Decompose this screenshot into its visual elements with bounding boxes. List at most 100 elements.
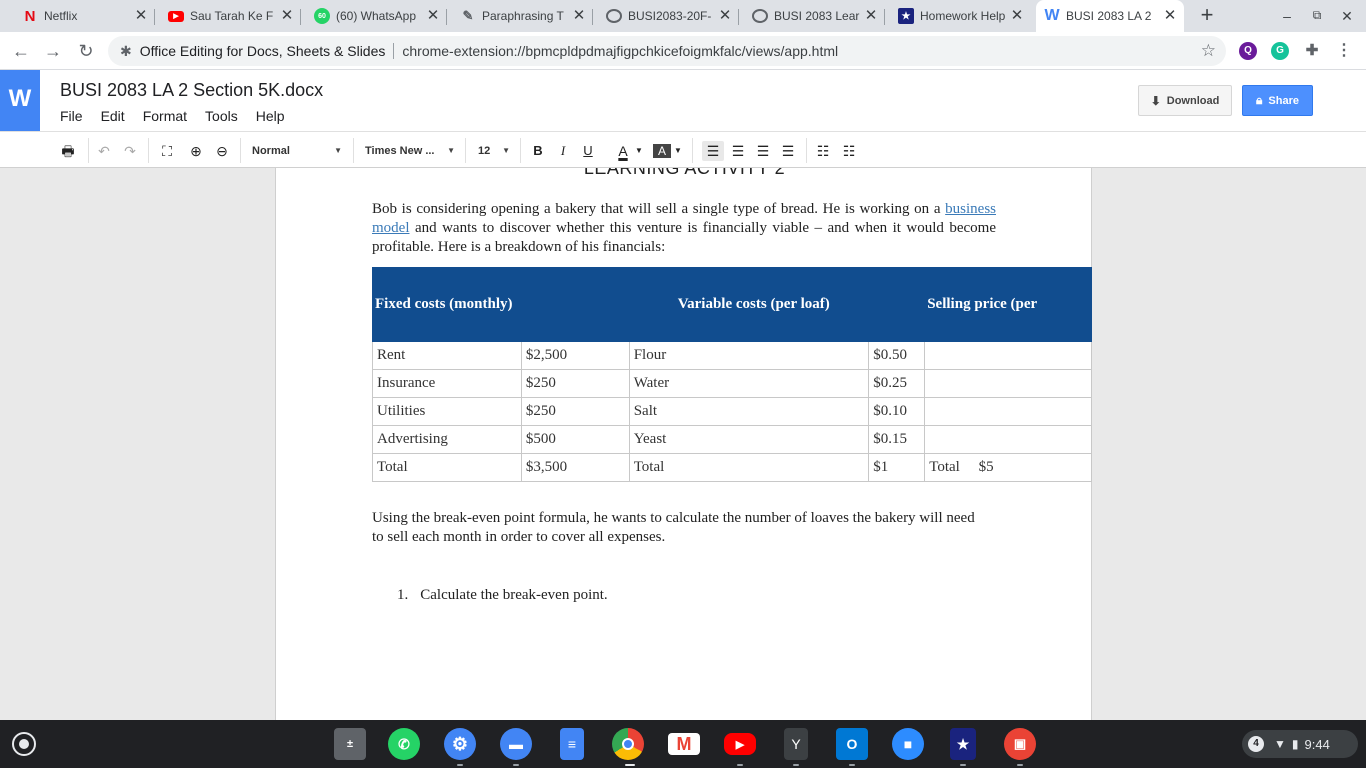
new-tab-button[interactable]: + bbox=[1196, 4, 1218, 26]
extensions-puzzle-icon[interactable]: ✚ bbox=[1303, 42, 1321, 60]
download-button[interactable]: ⬇ Download bbox=[1138, 85, 1232, 116]
table-cell bbox=[924, 397, 1092, 426]
redo-icon[interactable]: ↷ bbox=[122, 141, 138, 161]
close-icon[interactable]: ✕ bbox=[1009, 8, 1025, 24]
fit-page-icon[interactable]: ⛶ bbox=[157, 141, 177, 161]
forward-icon[interactable]: → bbox=[42, 40, 64, 62]
calculator-icon[interactable]: ± bbox=[334, 728, 366, 760]
document-page[interactable]: LEARNING ACTIVITY 2 Bob is considering o… bbox=[275, 168, 1092, 720]
undo-icon[interactable]: ↶ bbox=[96, 141, 112, 161]
launcher-icon[interactable] bbox=[12, 732, 36, 756]
table-row: Advertising $500 Yeast $0.15 bbox=[372, 425, 1092, 454]
word-logo-icon: W bbox=[0, 70, 40, 131]
italic-button[interactable]: I bbox=[555, 141, 571, 161]
table-cell: $0.15 bbox=[868, 425, 926, 454]
docs-icon[interactable]: ≡ bbox=[560, 728, 584, 760]
homework-help-icon[interactable]: ★ bbox=[950, 728, 976, 760]
star-shield-icon: ★ bbox=[898, 8, 914, 24]
table-cell: Yeast bbox=[628, 425, 870, 454]
minimize-icon[interactable]: – bbox=[1278, 8, 1296, 24]
close-icon[interactable]: ✕ bbox=[279, 8, 295, 24]
back-icon[interactable]: ← bbox=[10, 40, 32, 62]
close-icon[interactable]: ✕ bbox=[571, 8, 587, 24]
document-canvas[interactable]: LEARNING ACTIVITY 2 Bob is considering o… bbox=[0, 168, 1366, 720]
tab-whatsapp[interactable]: 60 (60) WhatsApp ✕ bbox=[306, 0, 447, 32]
formatting-toolbar: 🖶︎ ↶ ↷ ⛶ ⊕ ⊖ Normal ▼ Times New ... ▼ 12… bbox=[0, 131, 1366, 168]
settings-icon[interactable]: ⚙ bbox=[444, 728, 476, 760]
align-center-icon[interactable]: ☰ bbox=[727, 141, 749, 161]
close-icon[interactable]: ✕ bbox=[863, 8, 879, 24]
header-variable-costs: Variable costs (per loaf) bbox=[628, 267, 926, 342]
list-item: 1. Calculate the break-even point. bbox=[397, 587, 608, 604]
close-icon[interactable]: ✕ bbox=[425, 8, 441, 24]
menu-tools[interactable]: Tools bbox=[205, 108, 238, 124]
tab-busi2083-la2[interactable]: W BUSI 2083 LA 2 ✕ bbox=[1036, 0, 1184, 32]
align-justify-icon[interactable]: ☰ bbox=[777, 141, 799, 161]
globe-icon bbox=[752, 9, 768, 23]
restore-icon[interactable]: ⧉ bbox=[1308, 8, 1326, 23]
files-icon[interactable]: ▬ bbox=[500, 728, 532, 760]
print-icon[interactable]: 🖶︎ bbox=[58, 141, 78, 161]
text-color-button[interactable]: A bbox=[614, 141, 632, 161]
youtube-app-icon[interactable]: ▶ bbox=[724, 733, 756, 755]
chevron-down-icon[interactable]: ▼ bbox=[634, 141, 644, 161]
menu-help[interactable]: Help bbox=[256, 108, 285, 124]
tab-homework-help[interactable]: ★ Homework Help ✕ bbox=[890, 0, 1031, 32]
download-label: Download bbox=[1166, 94, 1220, 107]
grammarly-icon[interactable]: G bbox=[1271, 42, 1289, 60]
menu-file[interactable]: File bbox=[60, 108, 83, 124]
font-dropdown[interactable]: Times New ... ▼ bbox=[365, 141, 455, 161]
bold-button[interactable]: B bbox=[530, 141, 546, 161]
underline-button[interactable]: U bbox=[580, 141, 596, 161]
os-shelf: ± ✆ ⚙ ▬ ≡ M ▶ Y O ■ ★ ▣ 4 ▼ ▮ 9:44 bbox=[0, 720, 1366, 768]
menu-format[interactable]: Format bbox=[143, 108, 187, 124]
y-app-icon[interactable]: Y bbox=[784, 728, 808, 760]
align-left-icon[interactable]: ☰ bbox=[702, 141, 724, 161]
whatsapp-app-icon[interactable]: ✆ bbox=[388, 728, 420, 760]
menu-edit[interactable]: Edit bbox=[101, 108, 125, 124]
document-title[interactable]: BUSI 2083 LA 2 Section 5K.docx bbox=[60, 80, 323, 101]
bookmark-star-icon[interactable]: ☆ bbox=[1201, 41, 1216, 61]
download-icon: ⬇ bbox=[1150, 93, 1161, 108]
table-cell: Total $5 bbox=[924, 453, 1092, 482]
intro-text-start: Bob is considering opening a bakery that… bbox=[372, 201, 946, 217]
close-icon[interactable]: ✕ bbox=[133, 8, 149, 24]
align-right-icon[interactable]: ☰ bbox=[752, 141, 774, 161]
menu-kebab-icon[interactable]: ⋮ bbox=[1335, 42, 1353, 60]
chevron-down-icon[interactable]: ▼ bbox=[673, 141, 683, 161]
font-size-dropdown[interactable]: 12 ▼ bbox=[478, 141, 510, 161]
tab-busi2083-20f[interactable]: BUSI2083-20F- ✕ bbox=[598, 0, 739, 32]
zoom-icon[interactable]: ■ bbox=[892, 728, 924, 760]
wifi-icon: ▼ bbox=[1274, 737, 1286, 751]
close-window-icon[interactable]: ✕ bbox=[1338, 8, 1356, 25]
table-cell bbox=[924, 369, 1092, 398]
chrome-icon[interactable] bbox=[612, 728, 644, 760]
omnibox[interactable]: ✱ Office Editing for Docs, Sheets & Slid… bbox=[108, 36, 1226, 66]
table-cell: $2,500 bbox=[520, 341, 630, 370]
word-icon: W bbox=[1044, 7, 1060, 24]
highlight-color-button[interactable]: A bbox=[653, 144, 671, 158]
zoom-out-icon[interactable]: ⊖ bbox=[212, 141, 232, 161]
tab-netflix[interactable]: N Netflix ✕ bbox=[14, 0, 155, 32]
tab-youtube[interactable]: ▶ Sau Tarah Ke F ✕ bbox=[160, 0, 301, 32]
close-icon[interactable]: ✕ bbox=[717, 8, 733, 24]
gmail-icon[interactable]: M bbox=[668, 733, 700, 755]
share-button[interactable]: 🔒︎ Share bbox=[1242, 85, 1313, 116]
reload-icon[interactable]: ↻ bbox=[75, 40, 97, 62]
numbered-list-icon[interactable]: ☷ bbox=[813, 141, 833, 161]
extension-q-icon[interactable]: Q bbox=[1239, 42, 1257, 60]
document-heading: LEARNING ACTIVITY 2 bbox=[583, 168, 786, 178]
tab-paraphrasing[interactable]: ✎ Paraphrasing T ✕ bbox=[452, 0, 593, 32]
outlook-icon[interactable]: O bbox=[836, 728, 868, 760]
close-icon[interactable]: ✕ bbox=[1162, 8, 1178, 24]
bulleted-list-icon[interactable]: ☷ bbox=[839, 141, 859, 161]
table-cell: Insurance bbox=[372, 369, 522, 398]
zoom-in-icon[interactable]: ⊕ bbox=[186, 141, 206, 161]
status-tray[interactable]: 4 ▼ ▮ 9:44 bbox=[1242, 730, 1358, 758]
tab-busi2083-learning[interactable]: BUSI 2083 Lear ✕ bbox=[744, 0, 885, 32]
style-dropdown[interactable]: Normal ▼ bbox=[252, 141, 342, 161]
globe-icon bbox=[606, 9, 622, 23]
url-text[interactable]: chrome-extension://bpmcpldpdmajfigpchkic… bbox=[394, 43, 838, 59]
gallery-icon[interactable]: ▣ bbox=[1004, 728, 1036, 760]
chevron-down-icon: ▼ bbox=[334, 146, 342, 155]
